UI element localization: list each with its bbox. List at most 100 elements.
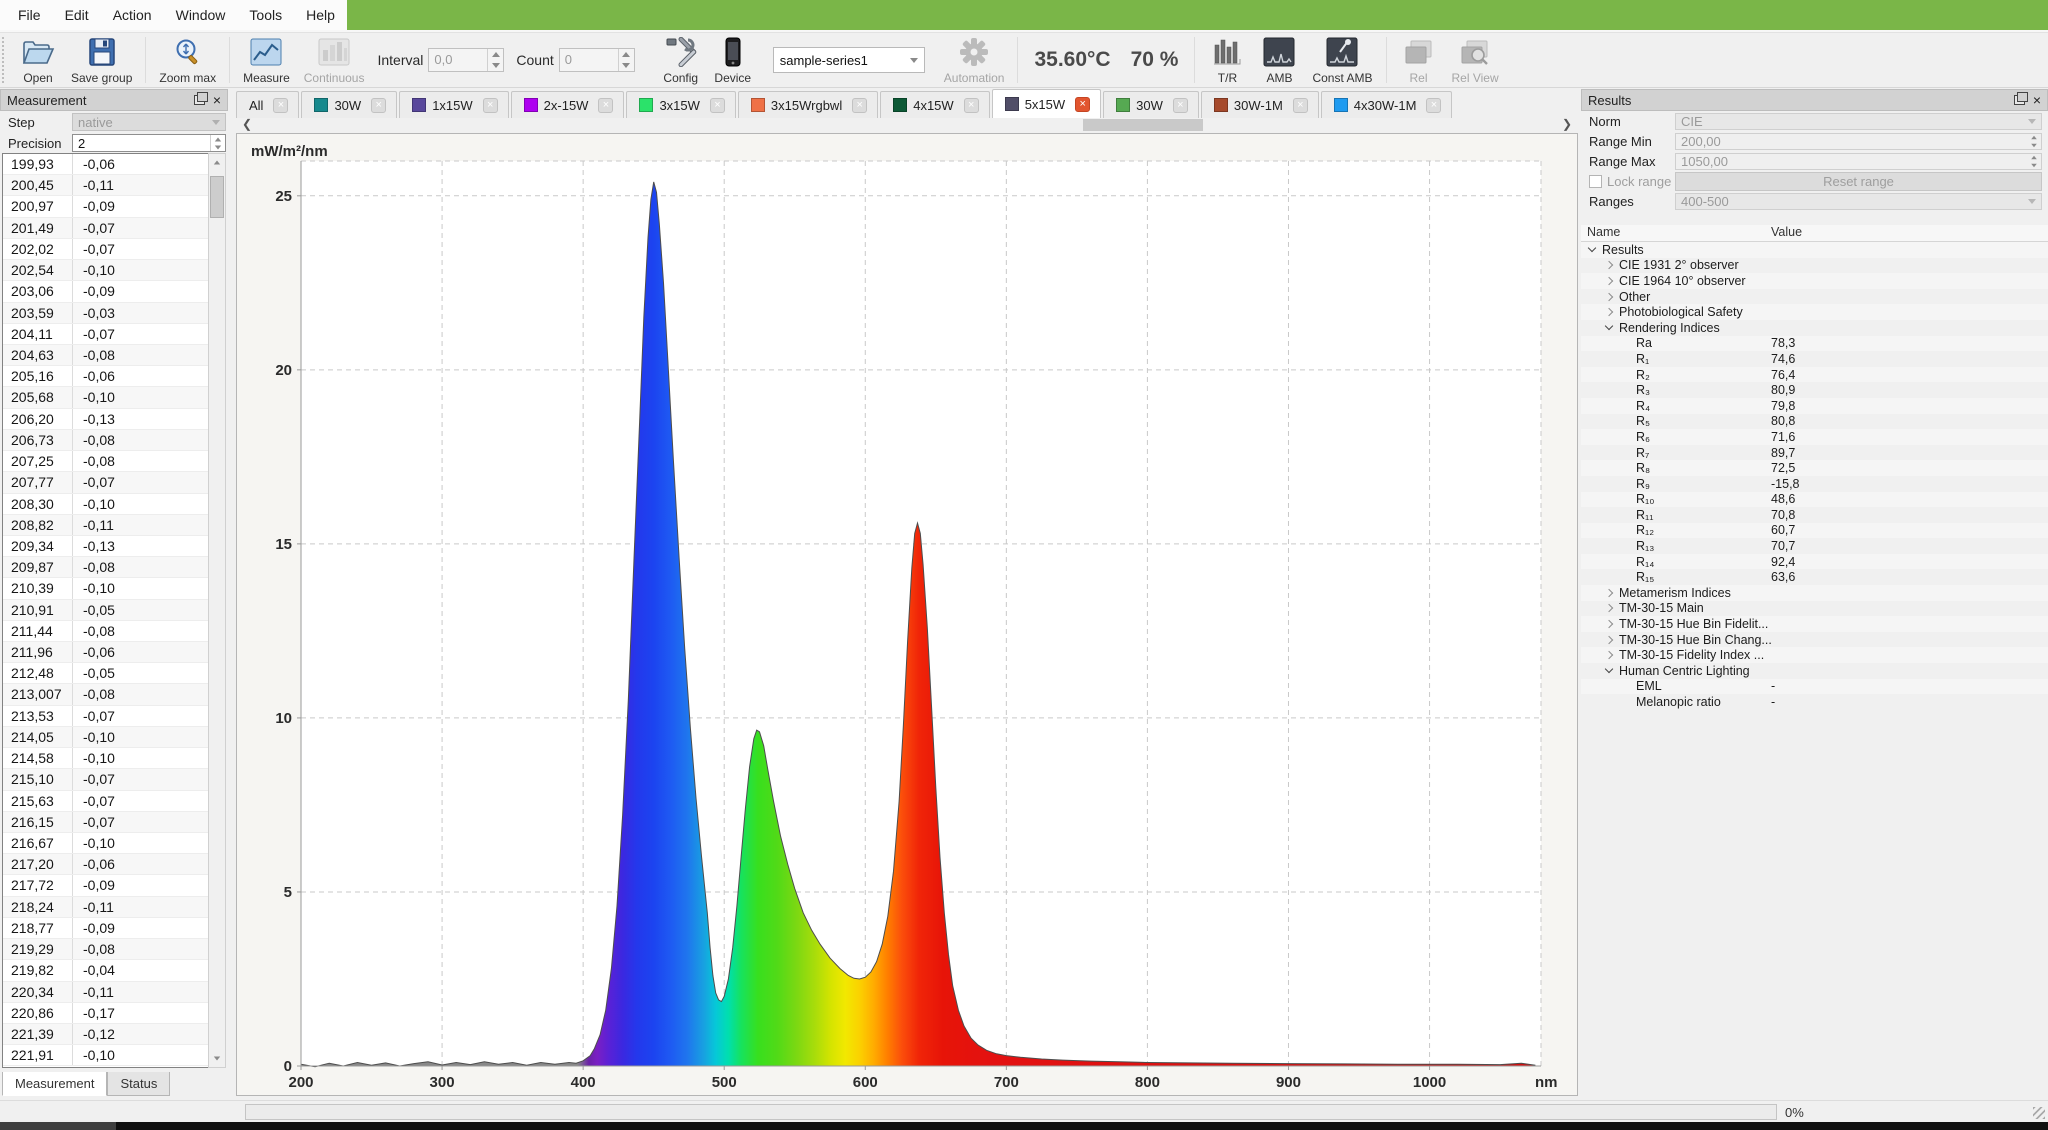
range-max-spin-arrows[interactable]	[2027, 154, 2041, 169]
table-row[interactable]: 205,68-0,10	[3, 387, 225, 408]
table-row[interactable]: 217,72-0,09	[3, 875, 225, 896]
series-tab-30w[interactable]: 30W×	[1103, 91, 1199, 118]
toolbar-drag-handle[interactable]	[2, 37, 10, 83]
config-button[interactable]: Config	[655, 33, 707, 87]
chevron-right-icon[interactable]	[1605, 292, 1613, 300]
float-panel-icon[interactable]	[194, 95, 205, 105]
table-row[interactable]: 203,59-0,03	[3, 303, 225, 324]
tree-row[interactable]: Photobiological Safety	[1581, 304, 2048, 320]
tree-row[interactable]: R₁₂60,7	[1581, 523, 2048, 539]
tree-row[interactable]: Melanopic ratio-	[1581, 694, 2048, 710]
tree-row[interactable]: Results	[1581, 242, 2048, 258]
scrollbar-thumb[interactable]	[210, 176, 224, 218]
close-panel-icon[interactable]: ×	[213, 95, 221, 105]
chevron-right-icon[interactable]	[1605, 620, 1613, 628]
tab-close-icon[interactable]: ×	[964, 98, 979, 113]
chevron-right-icon[interactable]	[1605, 651, 1613, 659]
bottom-tab-status[interactable]: Status	[107, 1072, 170, 1096]
precision-spinbox[interactable]: 2	[72, 134, 226, 152]
tr-button[interactable]: T/R	[1201, 33, 1253, 87]
series-tab-30w-1m[interactable]: 30W-1M×	[1201, 91, 1319, 118]
table-row[interactable]: 200,97-0,09	[3, 196, 225, 217]
precision-spin-arrows[interactable]	[210, 135, 225, 151]
table-row[interactable]: 202,54-0,10	[3, 260, 225, 281]
tree-row[interactable]: Other	[1581, 289, 2048, 305]
tree-row[interactable]: R₄79,8	[1581, 398, 2048, 414]
table-row[interactable]: 216,67-0,10	[3, 833, 225, 854]
menu-item-tools[interactable]: Tools	[237, 1, 294, 29]
tree-row[interactable]: R₁₀48,6	[1581, 492, 2048, 508]
chevron-right-icon[interactable]	[1605, 604, 1613, 612]
table-row[interactable]: 204,63-0,08	[3, 345, 225, 366]
resize-grip-icon[interactable]	[2033, 1107, 2045, 1119]
tree-row[interactable]: R₉-15,8	[1581, 476, 2048, 492]
menu-item-file[interactable]: File	[6, 1, 53, 29]
table-row[interactable]: 215,63-0,07	[3, 791, 225, 812]
tree-row[interactable]: R₁₃70,7	[1581, 538, 2048, 554]
tree-row[interactable]: TM-30-15 Hue Bin Chang...	[1581, 632, 2048, 648]
table-row[interactable]: 219,29-0,08	[3, 939, 225, 960]
table-row[interactable]: 199,93-0,06	[3, 154, 225, 175]
series-tab-all[interactable]: All×	[236, 91, 299, 118]
tree-row[interactable]: EML-	[1581, 679, 2048, 695]
series-tab-4x30w-1m[interactable]: 4x30W-1M×	[1321, 91, 1453, 118]
scroll-up-icon[interactable]	[209, 154, 225, 171]
float-panel-icon[interactable]	[2014, 95, 2025, 105]
interval-spin-arrows[interactable]	[487, 49, 503, 71]
table-row[interactable]: 211,96-0,06	[3, 642, 225, 663]
tab-close-icon[interactable]: ×	[1075, 97, 1090, 112]
table-row[interactable]: 209,34-0,13	[3, 536, 225, 557]
chevron-right-icon[interactable]	[1605, 635, 1613, 643]
tab-close-icon[interactable]: ×	[1173, 98, 1188, 113]
tab-close-icon[interactable]: ×	[1426, 98, 1441, 113]
table-row[interactable]: 221,91-0,10	[3, 1045, 225, 1066]
series-tab-3x15wrgbwl[interactable]: 3x15Wrgbwl×	[738, 91, 878, 118]
range-min-spinbox[interactable]: 200,00	[1675, 133, 2042, 150]
tab-close-icon[interactable]: ×	[852, 98, 867, 113]
menu-item-window[interactable]: Window	[164, 1, 238, 29]
table-row[interactable]: 201,49-0,07	[3, 218, 225, 239]
scroll-down-icon[interactable]	[209, 1050, 225, 1067]
table-row[interactable]: 206,20-0,13	[3, 409, 225, 430]
tab-close-icon[interactable]: ×	[483, 98, 498, 113]
tree-row[interactable]: R₃80,9	[1581, 382, 2048, 398]
chevron-down-icon[interactable]	[1605, 665, 1613, 673]
table-row[interactable]: 202,02-0,07	[3, 239, 225, 260]
measure-button[interactable]: Measure	[236, 33, 297, 87]
tab-scrollbar[interactable]: ❮ ❯	[236, 118, 1578, 132]
count-spin-arrows[interactable]	[618, 49, 634, 71]
spectrum-chart[interactable]: 05101520252003004005006007008009001000mW…	[237, 134, 1577, 1095]
table-row[interactable]: 211,44-0,08	[3, 621, 225, 642]
count-spinbox[interactable]: 0	[559, 48, 635, 72]
table-row[interactable]: 214,58-0,10	[3, 748, 225, 769]
open-button[interactable]: Open	[12, 33, 64, 87]
table-row[interactable]: 200,45-0,11	[3, 175, 225, 196]
tree-row[interactable]: TM-30-15 Fidelity Index ...	[1581, 647, 2048, 663]
table-row[interactable]: 220,34-0,11	[3, 982, 225, 1003]
tab-close-icon[interactable]: ×	[598, 98, 613, 113]
tab-close-icon[interactable]: ×	[273, 98, 288, 113]
chevron-right-icon[interactable]	[1605, 261, 1613, 269]
chevron-right-icon[interactable]	[1605, 589, 1613, 597]
measurement-table-scrollbar[interactable]	[208, 153, 226, 1068]
series-tab-30w[interactable]: 30W×	[301, 91, 397, 118]
tree-row[interactable]: R₈72,5	[1581, 460, 2048, 476]
series-tab-2x-15w[interactable]: 2x-15W×	[511, 91, 625, 118]
tab-scroll-left-icon[interactable]: ❮	[238, 118, 256, 132]
range-min-spin-arrows[interactable]	[2027, 134, 2041, 149]
table-row[interactable]: 220,86-0,17	[3, 1003, 225, 1024]
tree-row[interactable]: Ra78,3	[1581, 336, 2048, 352]
table-row[interactable]: 207,25-0,08	[3, 451, 225, 472]
measurement-table[interactable]: 199,93-0,06200,45-0,11200,97-0,09201,49-…	[2, 153, 226, 1068]
save-group-button[interactable]: Save group	[64, 33, 139, 87]
tree-row[interactable]: CIE 1964 10° observer	[1581, 273, 2048, 289]
tree-row[interactable]: TM-30-15 Main	[1581, 601, 2048, 617]
menu-item-action[interactable]: Action	[101, 1, 164, 29]
tab-close-icon[interactable]: ×	[371, 98, 386, 113]
tree-row[interactable]: TM-30-15 Hue Bin Fidelit...	[1581, 616, 2048, 632]
const-amb-button[interactable]: Const AMB	[1305, 33, 1379, 87]
tree-row[interactable]: Rendering Indices	[1581, 320, 2048, 336]
tab-scroll-right-icon[interactable]: ❯	[1558, 118, 1576, 132]
tree-row[interactable]: R₁₄92,4	[1581, 554, 2048, 570]
tree-row[interactable]: R₇89,7	[1581, 445, 2048, 461]
